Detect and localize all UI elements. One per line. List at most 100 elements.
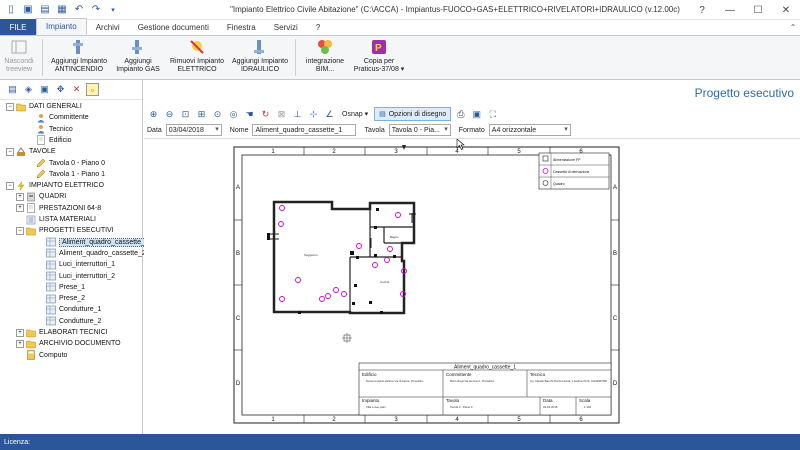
collapse-icon[interactable]: − [6, 181, 14, 190]
tavola-select[interactable]: Tavola 0 - Pia... [388, 124, 451, 136]
ribbon-label: Aggiungi [124, 58, 152, 65]
copy-praticus-button[interactable]: P Copia per Praticus-37/08 ▾ [350, 36, 408, 79]
quick-access-toolbar: ▯ ▣ ▤ ▦ ↶ ↷ ▾ [0, 3, 120, 17]
redo-icon[interactable]: ↷ [89, 3, 103, 17]
ribbon-label: ELETTRICO [177, 66, 217, 73]
folder-icon [26, 339, 36, 349]
snap-off-icon[interactable]: ⊠ [275, 108, 288, 121]
expand-icon[interactable]: + [16, 328, 24, 337]
close-button[interactable]: ✕ [772, 0, 800, 20]
tree-item[interactable]: − PROGETTI ESECUTIVI [16, 225, 114, 236]
titleblock-label: Impianto [362, 398, 380, 403]
expand-icon[interactable]: + [16, 339, 24, 348]
tab-archivi[interactable]: Archivi [87, 19, 129, 35]
osnap-menu[interactable]: Osnap ▾ [342, 110, 368, 118]
help-button[interactable]: ? [688, 0, 716, 20]
add-gas-button[interactable]: Aggiungi Impianto GAS [111, 36, 165, 79]
tree-item[interactable]: LISTA MATERIALI [16, 214, 96, 225]
remove-elettrico-button[interactable]: Rimuovi Impianto ELETTRICO [165, 36, 229, 79]
collapse-icon[interactable]: − [6, 102, 14, 111]
zoom-out-icon[interactable]: ⊖ [163, 108, 176, 121]
open-icon[interactable]: ▤ [38, 3, 52, 17]
rotate-icon[interactable]: ↻ [259, 108, 272, 121]
expand-icon[interactable]: + [16, 204, 24, 213]
treeview-icon [11, 40, 27, 54]
layers-icon[interactable]: ◈ [22, 83, 35, 96]
tab-gestione-documenti[interactable]: Gestione documenti [129, 19, 218, 35]
snap-grid-icon[interactable]: ⊹ [307, 108, 320, 121]
tree-item[interactable]: + QUADRI [16, 191, 66, 202]
collapse-icon[interactable]: − [16, 226, 24, 235]
tree-item[interactable]: + ARCHIVIO DOCUMENTO [16, 338, 121, 349]
drawing-icon [46, 248, 56, 258]
tab-servizi[interactable]: Servizi [265, 19, 307, 35]
zoom-window-icon[interactable]: ⊡ [179, 108, 192, 121]
menu-bar: FILE Impianto Archivi Gestione documenti… [0, 18, 800, 36]
tree-item[interactable]: Luci_interruttori_1 [36, 259, 115, 270]
bim-integration-button[interactable]: integrazione BIM... [300, 36, 350, 79]
tree-item[interactable]: Edificio [26, 135, 72, 146]
add-antincendio-button[interactable]: Aggiungi Impianto ANTINCENDIO [47, 36, 111, 79]
collapse-icon[interactable]: − [6, 147, 14, 156]
tree-item[interactable]: Luci_interruttori_2 [36, 271, 115, 282]
minimize-button[interactable]: — [716, 0, 744, 20]
title-bar: ▯ ▣ ▤ ▦ ↶ ↷ ▾ "Impianto Elettrico Civile… [0, 0, 800, 20]
save-as-icon[interactable]: ▦ [55, 3, 69, 17]
tree-item[interactable]: Tavola 1 - Piano 1 [26, 169, 105, 180]
tree-item[interactable]: Committente [26, 112, 89, 123]
pan-icon[interactable]: ☚ [243, 108, 256, 121]
tree-item[interactable]: − DATI GENERALI [6, 101, 82, 112]
tab-impianto[interactable]: Impianto [36, 18, 87, 35]
tree-item[interactable]: Computo [16, 350, 67, 361]
note-icon[interactable]: ▫ [86, 83, 99, 96]
zoom-all-icon[interactable]: ◎ [227, 108, 240, 121]
tree-item[interactable]: Tavola 0 - Piano 0 [26, 158, 105, 169]
tree-item[interactable]: + ELABORATI TECNICI [16, 327, 108, 338]
drawing-canvas[interactable]: 1 2 3 4 5 6 1 2 3 4 5 6 A B C D A B C D [144, 138, 800, 434]
tree-item[interactable]: + PRESTAZIONI 64-8 [16, 203, 101, 214]
save-icon[interactable]: ▣ [21, 3, 35, 17]
format-select[interactable]: A4 orizzontale [488, 124, 571, 136]
ortho-icon[interactable]: ⊥ [291, 108, 304, 121]
new-item-icon[interactable]: ▤ [6, 83, 19, 96]
customize-icon[interactable]: ▾ [106, 3, 120, 17]
copy-icon[interactable]: ▣ [38, 83, 51, 96]
hide-treeview-button[interactable]: Nascondi treeview [0, 36, 38, 79]
tree-item[interactable]: Condutture_2 [36, 316, 101, 327]
name-field[interactable]: Aliment_quadro_cassette_1 [252, 124, 357, 136]
tree-item[interactable]: Prese_1 [36, 282, 85, 293]
tree-item[interactable]: − TAVOLE [6, 146, 56, 157]
ribbon: Nascondi treeview Aggiungi Impianto ANTI… [0, 36, 800, 80]
tab-finestra[interactable]: Finestra [218, 19, 265, 35]
drawing-options-button[interactable]: ▤ Opzioni di disegno [374, 107, 452, 121]
new-document-icon[interactable]: ▯ [4, 3, 18, 17]
zoom-fit-icon[interactable]: ⊞ [195, 108, 208, 121]
tree-item[interactable]: Tecnico [26, 124, 73, 135]
zoom-previous-icon[interactable]: ⊙ [211, 108, 224, 121]
tree-item[interactable]: Aliment_quadro_cassette_1 [36, 237, 152, 248]
undo-icon[interactable]: ↶ [72, 3, 86, 17]
date-picker[interactable]: 03/04/2018 [165, 124, 222, 136]
tree-item[interactable]: Prese_2 [36, 293, 85, 304]
file-menu[interactable]: FILE [0, 19, 36, 35]
tab-help[interactable]: ? [307, 19, 329, 35]
add-idraulico-button[interactable]: Aggiungi Impianto IDRAULICO [229, 36, 291, 79]
collapse-ribbon-icon[interactable]: ⌃ [786, 19, 800, 35]
legend-item: Alimentazione FP [553, 158, 581, 162]
save-drawing-icon[interactable]: ▣ [470, 108, 483, 121]
row-letter: B [613, 251, 617, 257]
polar-icon[interactable]: ∠ [323, 108, 336, 121]
tree-item[interactable]: Condutture_1 [36, 304, 101, 315]
print-icon[interactable]: ⎙ [454, 108, 467, 121]
maximize-button[interactable]: ☐ [744, 0, 772, 20]
tree-item[interactable]: − IMPIANTO ELETTRICO [6, 180, 104, 191]
expand-icon[interactable]: + [16, 192, 24, 201]
title-block: Aliment_quadro_cassette_1 Edificio Commi… [358, 362, 612, 416]
tree-item[interactable]: Aliment_quadro_cassette_2 [36, 248, 146, 259]
drawing-icon [46, 237, 56, 247]
move-icon[interactable]: ✥ [54, 83, 67, 96]
options-icon: ▤ [379, 111, 386, 118]
zoom-in-icon[interactable]: ⊕ [147, 108, 160, 121]
delete-icon[interactable]: ✕ [70, 83, 83, 96]
fullscreen-icon[interactable]: ⛶ [486, 108, 499, 121]
